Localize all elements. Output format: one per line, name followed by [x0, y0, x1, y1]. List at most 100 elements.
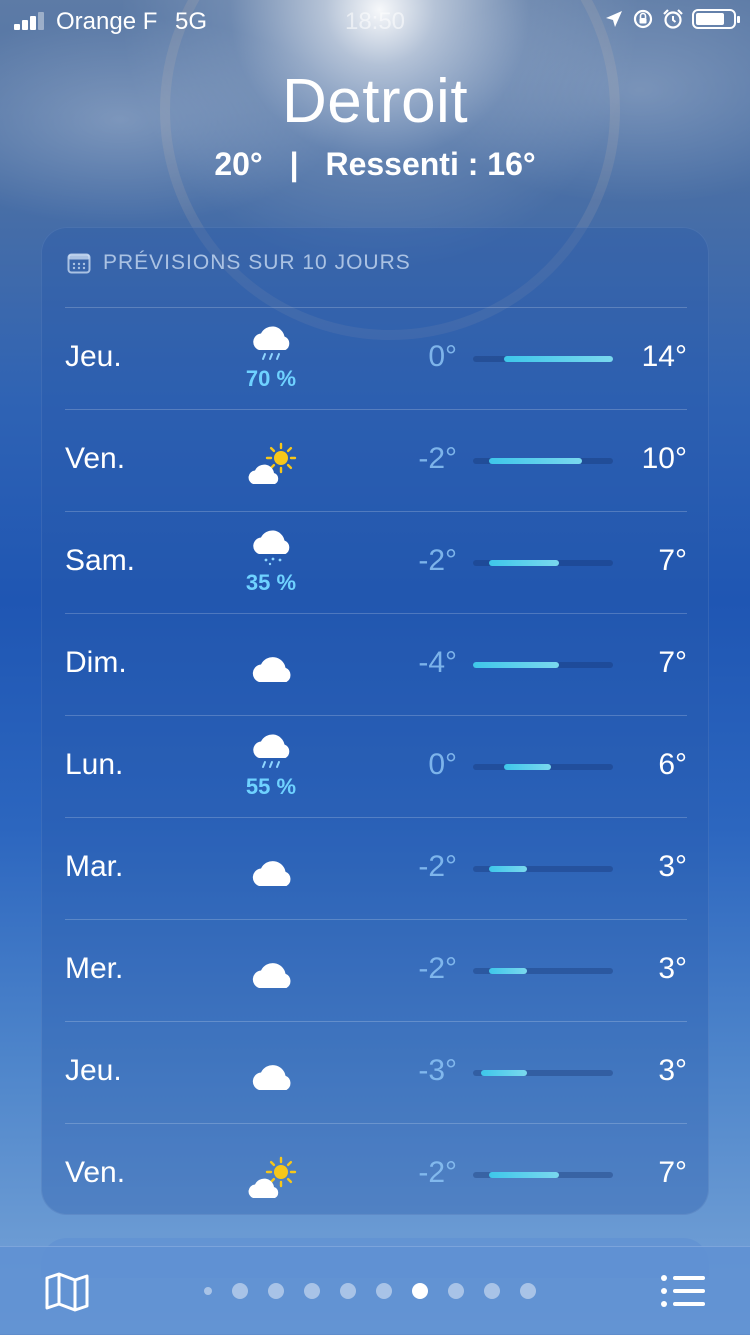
day-label: Sam.: [65, 544, 136, 577]
forecast-row[interactable]: Jeu. 70 % 0° 14°: [65, 307, 687, 409]
current-conditions: 20° | Ressenti : 16°: [0, 146, 750, 183]
forecast-rows: Jeu. 70 % 0° 14° Ven. -2° 10° Sam. 35 % -2° 7° Dim.…: [65, 307, 687, 1225]
location-arrow-icon: [606, 11, 622, 27]
feels-like: Ressenti : 16°: [325, 146, 536, 182]
list-icon[interactable]: [660, 1273, 706, 1309]
temp-range-track: [473, 866, 613, 872]
temp-range-bar: [504, 356, 613, 362]
low-temp: 0°: [428, 748, 457, 781]
cloud-rain-icon: [253, 326, 290, 360]
temp-range-track: [473, 1070, 613, 1076]
forecast-row[interactable]: Ven. -2° 7°: [65, 1123, 687, 1225]
page-dot-current-location[interactable]: [204, 1287, 212, 1295]
low-temp: 0°: [428, 340, 457, 373]
page-dot[interactable]: [484, 1283, 500, 1299]
page-dot[interactable]: [412, 1283, 428, 1299]
cloud-icon: [252, 1065, 291, 1090]
city-name: Detroit: [281, 67, 469, 136]
weather-icon-slot: [245, 1052, 301, 1102]
day-label: Lun.: [65, 748, 124, 781]
weather-icon-slot: [245, 848, 301, 898]
page-dot[interactable]: [448, 1283, 464, 1299]
weather-icon-slot: [245, 322, 301, 372]
weather-icon-slot: [245, 526, 301, 576]
high-temp: 7°: [658, 646, 687, 679]
forecast-row[interactable]: Dim. -4° 7°: [65, 613, 687, 715]
high-temp: 10°: [641, 442, 687, 475]
high-temp: 14°: [641, 340, 687, 373]
high-temp: 6°: [658, 748, 687, 781]
temp-range-track: [473, 1172, 613, 1178]
cloud-icon: [252, 657, 291, 682]
temp-range-track: [473, 968, 613, 974]
battery-icon: [692, 9, 740, 29]
ten-day-forecast-card[interactable]: PRÉVISIONS SUR 10 JOURS Jeu. 70 % 0° 14° Ven…: [41, 227, 709, 1215]
high-temp: 7°: [658, 1156, 687, 1189]
page-dot[interactable]: [232, 1283, 248, 1299]
high-temp: 3°: [658, 952, 687, 985]
day-label: Mar.: [65, 850, 124, 883]
temp-range-bar: [488, 866, 528, 872]
temp-range-bar: [488, 1172, 559, 1178]
day-label: Dim.: [65, 646, 127, 679]
forecast-row[interactable]: Jeu. -3° 3°: [65, 1021, 687, 1123]
temp-range-bar: [488, 560, 559, 566]
temp-range-bar: [504, 764, 551, 770]
high-temp: 3°: [658, 1054, 687, 1087]
forecast-row[interactable]: Lun. 55 % 0° 6°: [65, 715, 687, 817]
map-icon[interactable]: [44, 1271, 90, 1313]
precip-chance: 35 %: [245, 570, 297, 595]
sun-behind-cloud-icon: [248, 442, 297, 484]
forecast-row[interactable]: Sam. 35 % -2° 7°: [65, 511, 687, 613]
temp-range-track: [473, 662, 613, 668]
weather-icon-slot: [245, 950, 301, 1000]
temp-range-track: [473, 560, 613, 566]
card-header: PRÉVISIONS SUR 10 JOURS: [67, 251, 411, 275]
forecast-row[interactable]: Mer. -2° 3°: [65, 919, 687, 1021]
low-temp: -2°: [418, 544, 457, 577]
high-temp: 7°: [658, 544, 687, 577]
forecast-row[interactable]: Ven. -2° 10°: [65, 409, 687, 511]
temp-range-track: [473, 764, 613, 770]
page-dot[interactable]: [304, 1283, 320, 1299]
cloud-drizzle-icon: [253, 530, 290, 566]
low-temp: -2°: [418, 850, 457, 883]
sun-behind-cloud-icon: [248, 1156, 297, 1198]
page-dot[interactable]: [520, 1283, 536, 1299]
cloud-rain-icon: [253, 734, 290, 768]
page-dot[interactable]: [376, 1283, 392, 1299]
current-temperature: 20°: [214, 146, 263, 182]
low-temp: -2°: [418, 952, 457, 985]
card-title: PRÉVISIONS SUR 10 JOURS: [103, 251, 411, 274]
weather-icon-slot: [245, 1154, 301, 1204]
alarm-icon: [663, 9, 683, 29]
temp-range-bar: [473, 662, 559, 668]
low-temp: -2°: [418, 1156, 457, 1189]
temp-range-track: [473, 356, 613, 362]
rotation-lock-icon: [633, 9, 653, 29]
day-label: Mer.: [65, 952, 124, 985]
bottom-toolbar: [0, 1246, 750, 1335]
page-indicator[interactable]: [204, 1283, 536, 1299]
day-label: Jeu.: [65, 1054, 122, 1087]
precip-chance: 70 %: [245, 366, 297, 391]
forecast-row[interactable]: Mar. -2° 3°: [65, 817, 687, 919]
temp-range-bar: [488, 968, 528, 974]
page-dot[interactable]: [340, 1283, 356, 1299]
day-label: Ven.: [65, 1156, 126, 1189]
high-temp: 3°: [658, 850, 687, 883]
weather-icon-slot: [245, 730, 301, 780]
day-label: Jeu.: [65, 340, 122, 373]
status-bar: Orange F 5G 18:50: [0, 0, 750, 44]
weather-icon-slot: [245, 644, 301, 694]
page-dot[interactable]: [268, 1283, 284, 1299]
status-icons: [604, 8, 740, 30]
day-label: Ven.: [65, 442, 126, 475]
weather-icon-slot: [245, 440, 301, 490]
low-temp: -2°: [418, 442, 457, 475]
temp-range-bar: [480, 1070, 528, 1076]
separator: |: [289, 146, 299, 182]
low-temp: -4°: [418, 646, 457, 679]
precip-chance: 55 %: [245, 774, 297, 799]
cloud-icon: [252, 861, 291, 886]
